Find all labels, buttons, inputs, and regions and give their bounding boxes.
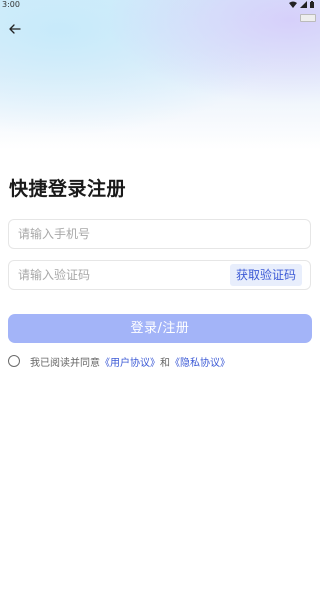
login-register-button[interactable]: 登录/注册 [8, 314, 312, 343]
status-indicator-tag [300, 14, 316, 22]
phone-input[interactable] [18, 220, 218, 248]
privacy-policy-link[interactable]: 《隐私协议》 [170, 354, 230, 369]
status-icons [289, 1, 314, 10]
status-time: 3:00 [2, 0, 20, 9]
signal-icon [300, 1, 307, 10]
get-code-button[interactable]: 获取验证码 [229, 264, 302, 286]
agreement-row: 我已阅读并同意 《用户协议》 和 《隐私协议》 [8, 352, 230, 370]
wifi-icon [289, 1, 297, 10]
user-agreement-link[interactable]: 《用户协议》 [100, 354, 160, 369]
agreement-prefix: 我已阅读并同意 [30, 357, 100, 369]
code-field: 获取验证码 [8, 260, 311, 290]
agreement-and: 和 [160, 357, 170, 369]
battery-icon [310, 1, 314, 10]
back-button[interactable] [6, 20, 24, 38]
agreement-radio[interactable] [8, 355, 20, 367]
login-screen: 3:00 快捷登录注册 获取验证码 登录/注册 我已阅读并同意 《用户协议》 [0, 0, 320, 600]
status-bar: 3:00 [0, 0, 320, 10]
page-title: 快捷登录注册 [9, 178, 127, 200]
verification-code-input[interactable] [18, 261, 218, 289]
phone-field [8, 219, 311, 249]
header-gradient-background [0, 0, 320, 150]
arrow-left-icon [9, 24, 21, 34]
